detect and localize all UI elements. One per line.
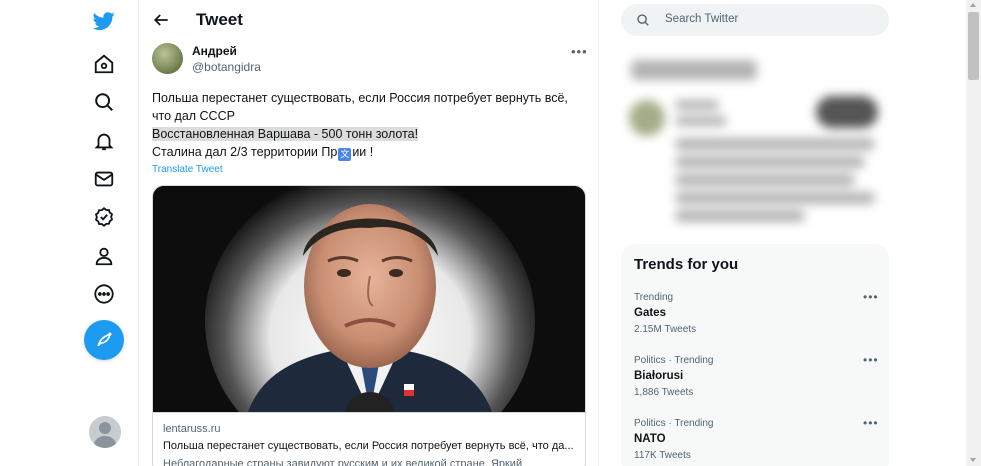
home-icon[interactable] [90,50,118,78]
trend-count: 2.15M Tweets [634,324,697,335]
search-icon [637,14,649,26]
more-icon[interactable] [90,280,118,308]
blurred-panel [621,48,889,230]
notifications-icon[interactable] [90,127,118,155]
trend-name: Białorusi [634,370,684,382]
messages-icon[interactable] [90,165,118,193]
scroll-down-arrow-icon[interactable] [970,458,976,462]
trend-category: Politics · Trending [634,355,714,366]
link-card-body: lentaruss.ru Польша перестанет существов… [153,412,585,466]
tweet-text-line: Польша перестанет существовать, если Рос… [152,91,568,105]
verified-icon[interactable] [90,203,118,231]
tweet-text-line: Сталина дал 2/3 территории Пр 文 ии ! [152,143,582,161]
account-avatar[interactable] [89,416,121,448]
trend-more-icon[interactable]: ••• [863,416,879,430]
search-placeholder[interactable]: Search Twitter [665,13,738,25]
explore-icon[interactable] [90,88,118,116]
link-card-description: Неблагодарные страны завидуют русским и … [163,458,523,466]
twitter-logo-icon[interactable] [90,7,118,35]
link-card-image [153,186,585,412]
compose-tweet-button[interactable] [84,320,124,360]
tweet-text-fragment: Сталина дал 2/3 территории Пр [152,145,338,159]
tweet-text-line-highlighted: Восстановленная Варшава - 500 тонн золот… [152,125,582,143]
scroll-up-arrow-icon[interactable] [970,3,976,7]
trends-title: Trends for you [634,256,739,273]
link-card-domain: lentaruss.ru [163,423,221,435]
trend-more-icon[interactable]: ••• [863,353,879,367]
profile-icon[interactable] [90,242,118,270]
author-handle[interactable]: @botangidra [192,60,261,74]
author-avatar[interactable] [152,43,183,74]
main-column: Tweet Андрей @botangidra ••• Польша пере… [138,0,599,466]
page-scrollbar[interactable] [966,0,981,466]
trend-item[interactable]: Politics · Trending Białorusi 1,886 Twee… [621,353,889,415]
trend-name: Gates [634,307,666,319]
trend-count: 117K Tweets [634,450,691,461]
trend-name: NATO [634,433,666,445]
tweet-text-fragment: ии ! [352,145,374,159]
back-arrow-icon[interactable] [151,10,171,30]
tweet-text-line: что дал СССР [152,109,235,123]
scrollbar-thumb[interactable] [968,12,979,80]
link-card[interactable]: lentaruss.ru Польша перестанет существов… [152,185,586,466]
trends-panel: Trends for you Trending Gates 2.15M Twee… [621,244,889,466]
trend-category: Politics · Trending [634,418,714,429]
page-header: Tweet [139,0,600,40]
selected-text: Восстановленная Варшава - 500 тонн золот… [152,127,419,141]
tweet-text: Польша перестанет существовать, если Рос… [152,89,582,161]
left-navigation [70,0,138,466]
compose-icon [97,332,112,347]
search-box[interactable]: Search Twitter [621,4,889,36]
trend-more-icon[interactable]: ••• [863,290,879,304]
trend-item[interactable]: Politics · Trending NATO 117K Tweets ••• [621,416,889,466]
trend-item[interactable]: Trending Gates 2.15M Tweets ••• [621,290,889,352]
link-card-title: Польша перестанет существовать, если Рос… [163,440,574,452]
trend-category: Trending [634,292,674,303]
translate-badge-icon[interactable]: 文 [338,148,352,161]
trend-count: 1,886 Tweets [634,387,694,398]
author-name[interactable]: Андрей [192,44,237,58]
translate-tweet-link[interactable]: Translate Tweet [152,164,223,175]
page-title: Tweet [196,10,243,29]
tweet-more-icon[interactable]: ••• [571,44,588,59]
